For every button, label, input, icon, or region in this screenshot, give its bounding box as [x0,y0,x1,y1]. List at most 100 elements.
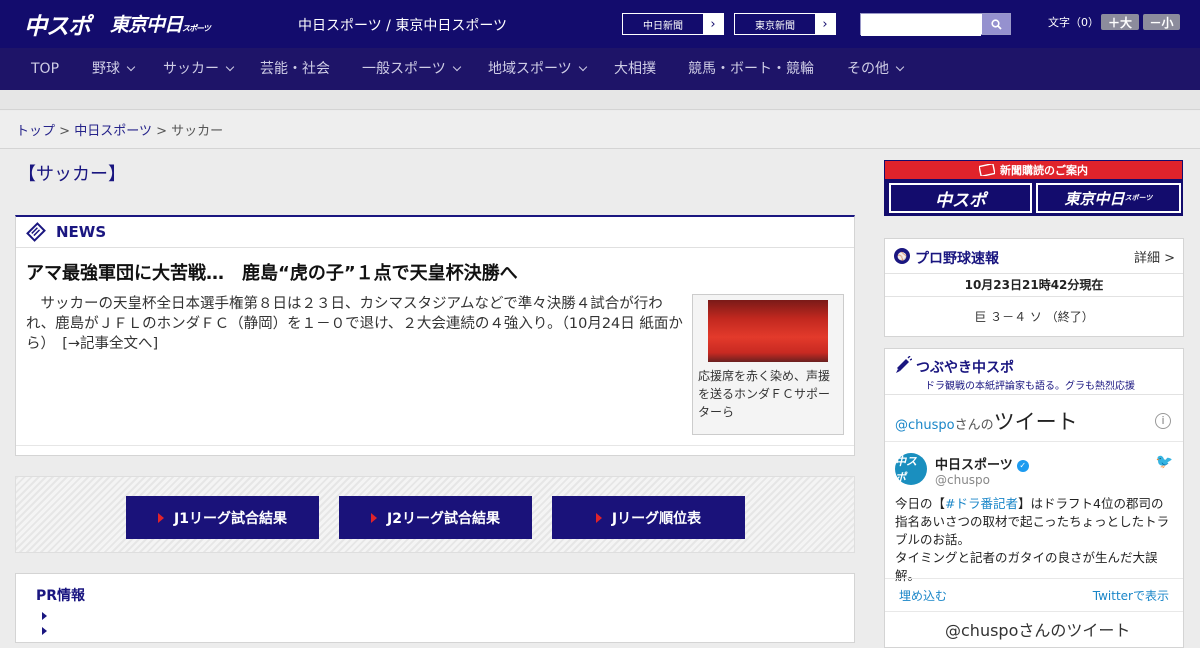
nav-item-label: 一般スポーツ [362,61,446,77]
nav-item-others[interactable]: その他 [847,48,905,90]
subscription-banner[interactable]: 新聞購読のご案内 中スポ 東京中日 スポーツ [884,160,1183,216]
breadcrumb-current: サッカー [171,124,224,139]
tweets-panel: つぶやき中スポ ドラ観戦の本紙評論家も語る。グラも熱烈応援 @chuspoさんの… [884,348,1184,648]
pr-panel: PR情報 [15,573,855,643]
nav-item-entertainment[interactable]: 芸能・社会 [260,48,330,90]
search-box [860,13,1011,36]
search-button[interactable] [982,14,1010,34]
chunichi-shimbun-label: 中日新聞 [643,20,683,32]
pro-baseball-time: 10月23日21時42分現在 [885,273,1183,297]
triangle-right-icon [42,612,47,620]
j1-results-label: J1リーグ試合結果 [174,510,287,527]
news-headline[interactable]: アマ最強軍団に大苦戦… 鹿島“虎の子”１点で天皇杯決勝へ [26,259,518,285]
chunichi-shimbun-link[interactable]: 中日新聞 › [622,13,724,35]
verified-icon: ✓ [1016,459,1029,472]
j2-results-label: J2リーグ試合結果 [387,510,500,527]
tweet-hashtag[interactable]: #ドラ番記者 [945,496,1018,511]
divider [885,394,1183,395]
nav-item-top[interactable]: TOP [31,48,59,90]
jleague-links: J1リーグ試合結果 J2リーグ試合結果 Jリーグ順位表 [15,476,855,553]
pro-baseball-title: プロ野球速報 [915,251,999,267]
newspaper-icon [979,164,995,176]
page-title: 【サッカー】 [18,164,126,185]
nav-item-general-sports[interactable]: 一般スポーツ [362,48,461,90]
tokyo-chunichi-logo[interactable]: 東京中日スポーツ [110,10,211,37]
subscription-logo2-text: 東京中日 [1064,189,1125,208]
pr-label: PR情報 [36,588,86,604]
nav-item-label: 芸能・社会 [260,61,330,77]
subscription-title: 新聞購読のご案内 [885,161,1182,179]
newspaper-icon [26,222,46,242]
nav-item-soccer[interactable]: サッカー [163,48,235,90]
pro-baseball-detail-link[interactable]: 詳細 > [1134,247,1175,266]
news-label: NEWS [56,223,107,241]
nav-item-label: サッカー [163,61,219,77]
info-icon[interactable]: i [1155,413,1171,429]
divider [885,441,1183,442]
timeline-footer-title: @chuspoさんのツイート [945,621,1131,640]
pro-baseball-panel: ⚾ プロ野球速報 詳細 > 10月23日21時42分現在 巨 ３－４ ソ （終了… [884,238,1184,337]
timeline-title: ツイート [993,410,1078,434]
nav-item-racing[interactable]: 競馬・ボート・競輪 [688,48,814,90]
news-panel: NEWS アマ最強軍団に大苦戦… 鹿島“虎の子”１点で天皇杯決勝へ サッカーの天… [15,215,855,456]
site-title: 中日スポーツ / 東京中日スポーツ [298,18,508,34]
news-photo-box: 応援席を赤く染め、声援を送るホンダＦＣサポーターら [692,294,844,435]
timeline-header: @chuspoさんのツイート [895,406,1078,436]
view-on-twitter-link[interactable]: Twitterで表示 [1093,587,1169,604]
pro-baseball-score[interactable]: 巨 ３－４ ソ （終了） [885,308,1183,325]
triangle-right-icon [158,512,165,523]
tweet-text: 今日の【#ドラ番記者】はドラフト4位の郡司の指名あいさつの取材で起こったちょっと… [895,495,1175,585]
tokyo-shimbun-link[interactable]: 東京新聞 › [734,13,836,35]
divider [16,445,854,446]
nav-item-baseball[interactable]: 野球 [92,48,136,90]
news-header: NEWS [16,217,854,248]
chevron-down-icon [225,62,235,72]
news-photo[interactable] [708,300,828,362]
divider [885,578,1183,579]
subscription-chuspo-logo: 中スポ [889,183,1032,213]
nav-item-label: 大相撲 [614,61,656,77]
search-input[interactable] [861,16,981,36]
nav-item-label: 地域スポーツ [488,61,572,77]
nav-item-sumo[interactable]: 大相撲 [614,48,656,90]
tokyo-shimbun-label: 東京新聞 [755,20,795,32]
font-size-label: 文字（0） [1048,16,1099,29]
baseball-icon: ⚾ [894,248,910,264]
subscription-title-text: 新聞購読のご案内 [1000,164,1088,177]
triangle-right-icon [595,512,602,523]
subscription-tokyo-chunichi-logo: 東京中日 スポーツ [1036,183,1181,213]
j1-results-button[interactable]: J1リーグ試合結果 [126,496,319,539]
search-icon [990,18,1002,30]
font-smaller-button[interactable]: －小 [1143,14,1180,30]
font-larger-button[interactable]: ＋大 [1101,14,1139,30]
chevron-right-icon: › [703,14,723,34]
breadcrumb-chunichi[interactable]: 中日スポーツ [74,124,152,139]
embed-link[interactable]: 埋め込む [899,587,947,604]
nav-item-local-sports[interactable]: 地域スポーツ [488,48,587,90]
divider [885,611,1183,612]
chevron-down-icon [578,62,587,72]
breadcrumb-top[interactable]: トップ [16,124,55,139]
tweet-author-handle[interactable]: @chuspo [935,473,990,487]
main-nav: TOP 野球 サッカー 芸能・社会 一般スポーツ 地域スポーツ 大相撲 競馬・ボ… [0,48,1200,90]
tweet-author-name[interactable]: 中日スポーツ ✓ [935,454,1029,473]
timeline-handle-suffix: さんの [954,418,994,433]
timeline-handle-link[interactable]: @chuspo [895,418,955,433]
breadcrumb: トップ > 中日スポーツ > サッカー [0,111,1200,149]
photo-caption: 応援席を赤く染め、声援を送るホンダＦＣサポーターら [698,369,831,419]
chevron-down-icon [452,62,461,72]
chuspo-logo[interactable]: 中スポ [24,7,91,41]
tweets-title: つぶやき中スポ [916,360,1014,376]
chevron-down-icon [126,62,136,72]
twitter-bird-icon[interactable]: 🐦 [1156,454,1173,470]
tweet-author-label: 中日スポーツ [935,458,1013,473]
nav-item-label: TOP [31,61,60,77]
tokyo-chunichi-logo-small: スポーツ [182,24,211,33]
tokyo-chunichi-logo-text: 東京中日 [110,14,183,36]
nav-item-label: その他 [847,61,889,77]
jleague-standings-button[interactable]: Jリーグ順位表 [552,496,745,539]
breadcrumb-sep: > [156,124,167,139]
site-header: 中スポ 東京中日スポーツ 中日スポーツ / 東京中日スポーツ 中日新聞 › 東京… [0,0,1200,48]
j2-results-button[interactable]: J2リーグ試合結果 [339,496,532,539]
avatar[interactable]: 中スポ [895,453,927,485]
